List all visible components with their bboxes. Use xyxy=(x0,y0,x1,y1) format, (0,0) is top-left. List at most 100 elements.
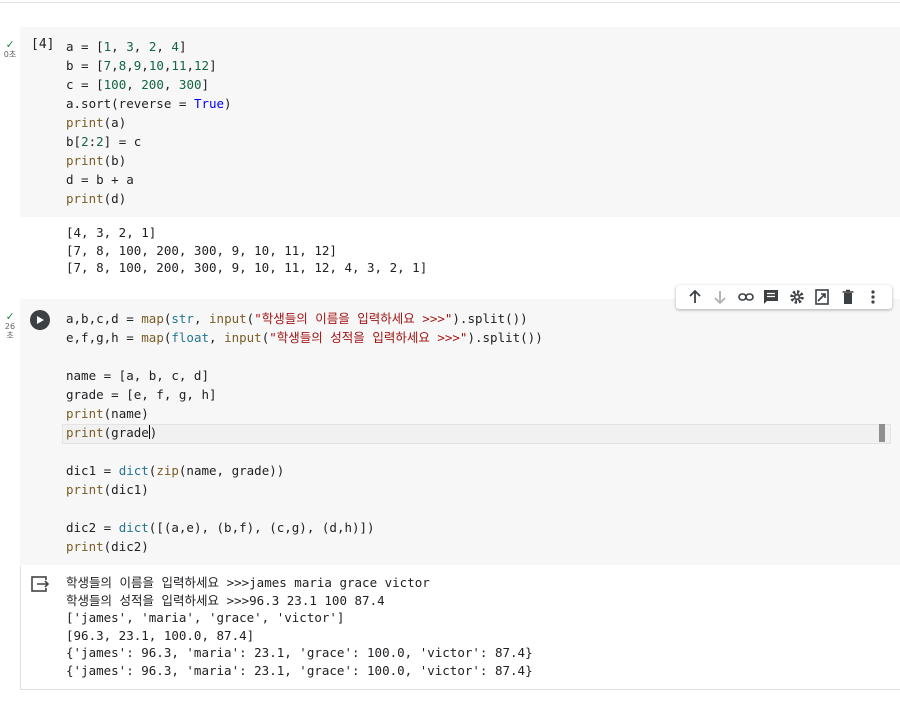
code-token: 11 xyxy=(171,58,187,73)
code-token: , xyxy=(141,58,149,73)
code-token: input xyxy=(209,311,247,326)
code-token: (a) xyxy=(103,115,127,130)
code-token: ) xyxy=(149,425,158,440)
code-token: str xyxy=(171,311,194,326)
arrow-up-icon[interactable] xyxy=(686,288,704,306)
output-line: {'james': 96.3, 'maria': 23.1, 'grace': … xyxy=(66,645,533,661)
more-vert-icon[interactable] xyxy=(864,288,882,306)
code-line[interactable]: print(dic2) xyxy=(66,537,543,556)
code-token: "학생들의 이름을 입력하세요 >>>" xyxy=(254,311,453,326)
gear-icon[interactable] xyxy=(788,288,806,306)
code-token: 4 xyxy=(171,39,179,54)
code-token: dic2 = xyxy=(66,520,119,535)
code-line[interactable] xyxy=(66,499,543,518)
code-token: zip xyxy=(156,463,179,478)
code-token: dict xyxy=(118,463,149,478)
mirror-cell-icon[interactable] xyxy=(813,288,831,306)
code-token: map xyxy=(141,311,164,326)
output-redirect-icon[interactable] xyxy=(30,574,50,594)
code-token: map xyxy=(141,330,164,345)
code-token: 2 xyxy=(96,134,104,149)
code-token: print xyxy=(66,115,104,130)
comment-icon[interactable] xyxy=(762,288,780,306)
code-token: (grade xyxy=(103,425,149,440)
code-line[interactable]: dic1 = dict(zip(name, grade)) xyxy=(66,461,543,480)
code-line[interactable]: d = b + a xyxy=(66,170,232,189)
code-line[interactable]: print(d) xyxy=(66,189,232,208)
code-token: 200 xyxy=(141,77,164,92)
code-token: : xyxy=(88,134,97,149)
code-token: print xyxy=(66,406,104,421)
code-line[interactable]: a.sort(reverse = True) xyxy=(66,94,232,113)
run-cell-button[interactable] xyxy=(30,310,50,330)
code-line[interactable]: b = [7,8,9,10,11,12] xyxy=(66,56,232,75)
cell2-status: ✓ 26 초 xyxy=(0,310,20,340)
code-token: b = [ xyxy=(66,58,104,73)
code-line[interactable]: c = [100, 200, 300] xyxy=(66,75,232,94)
cell2-output: 학생들의 이름을 입력하세요 >>>james maria grace vict… xyxy=(66,574,533,680)
code-token: True xyxy=(193,96,225,111)
code-line[interactable]: grade = [e, f, g, h] xyxy=(66,385,543,404)
code-token: ] xyxy=(178,39,187,54)
code-token: name = [a, b, c, d] xyxy=(66,368,209,383)
cell1-code-editor[interactable]: a = [1, 3, 2, 4] b = [7,8,9,10,11,12] c = … xyxy=(66,37,232,208)
code-token: a.sort(reverse = xyxy=(66,96,194,111)
top-divider xyxy=(0,2,900,3)
cell2-code-editor[interactable]: a,b,c,d = map(str, input("학생들의 이름을 입력하세요… xyxy=(66,309,543,556)
code-token: print xyxy=(66,153,104,168)
code-line[interactable]: a,b,c,d = map(str, input("학생들의 이름을 입력하세요… xyxy=(66,309,543,328)
code-line[interactable] xyxy=(66,442,543,461)
code-token: b[ xyxy=(66,134,82,149)
editor-scrollbar[interactable] xyxy=(879,424,885,442)
code-token: a = [ xyxy=(66,39,104,54)
code-line[interactable]: name = [a, b, c, d] xyxy=(66,366,543,385)
code-line[interactable]: print(a) xyxy=(66,113,232,132)
code-line[interactable]: b[2:2] = c xyxy=(66,132,232,151)
code-token: , xyxy=(209,330,225,345)
output-line: [7, 8, 100, 200, 300, 9, 10, 11, 12] xyxy=(66,242,337,258)
trash-icon[interactable] xyxy=(839,288,857,306)
code-token: , xyxy=(126,77,142,92)
code-line[interactable]: print(dic1) xyxy=(66,480,543,499)
cell1-status: ✓ 0초 xyxy=(0,38,20,59)
cell1-exec-time: 0초 xyxy=(3,50,17,59)
code-line[interactable]: print(b) xyxy=(66,151,232,170)
code-token: e,f,g,h = xyxy=(66,330,142,345)
code-token: (b) xyxy=(103,153,127,168)
code-token: 2 xyxy=(81,134,89,149)
code-token: ).split()) xyxy=(452,311,528,326)
code-token: a,b,c,d = xyxy=(66,311,142,326)
code-token: 100 xyxy=(103,77,127,92)
code-token: print xyxy=(66,539,104,554)
code-token: d = b + a xyxy=(66,172,134,187)
code-token: 300 xyxy=(178,77,202,92)
code-token: grade = [e, f, g, h] xyxy=(66,387,217,402)
code-line[interactable]: print(name) xyxy=(66,404,543,423)
code-line[interactable] xyxy=(66,347,543,366)
output-line: 학생들의 성적을 입력하세요 >>>96.3 23.1 100 87.4 xyxy=(66,592,385,608)
code-token: ) xyxy=(224,96,232,111)
code-token: 10 xyxy=(148,58,164,73)
code-line[interactable]: dic2 = dict([(a,e), (b,f), (c,g), (d,h)]… xyxy=(66,518,543,537)
output-line: [7, 8, 100, 200, 300, 9, 10, 11, 12, 4, … xyxy=(66,260,428,276)
code-token: ] xyxy=(201,77,210,92)
code-line[interactable]: e,f,g,h = map(float, input("학생들의 성적을 입력하… xyxy=(66,328,543,347)
code-token: input xyxy=(224,330,262,345)
code-token: , xyxy=(156,39,172,54)
link-icon[interactable] xyxy=(737,288,755,306)
code-token: (name) xyxy=(103,406,149,421)
code-token: (dic2) xyxy=(103,539,149,554)
arrow-down-icon[interactable] xyxy=(711,288,729,306)
code-token: dict xyxy=(118,520,149,535)
code-token: float xyxy=(171,330,210,345)
code-line[interactable]: a = [1, 3, 2, 4] xyxy=(66,37,232,56)
code-token: (dic1) xyxy=(103,482,149,497)
code-token: c = [ xyxy=(66,77,104,92)
code-token: , xyxy=(126,58,134,73)
code-token: ] = c xyxy=(103,134,142,149)
check-icon: ✓ xyxy=(6,37,14,51)
code-line[interactable]: print(grade) xyxy=(66,423,543,442)
cell1-exec-count: [4] xyxy=(31,37,55,52)
output-line: 학생들의 이름을 입력하세요 >>>james maria grace vict… xyxy=(66,575,430,590)
check-icon: ✓ xyxy=(6,309,14,323)
